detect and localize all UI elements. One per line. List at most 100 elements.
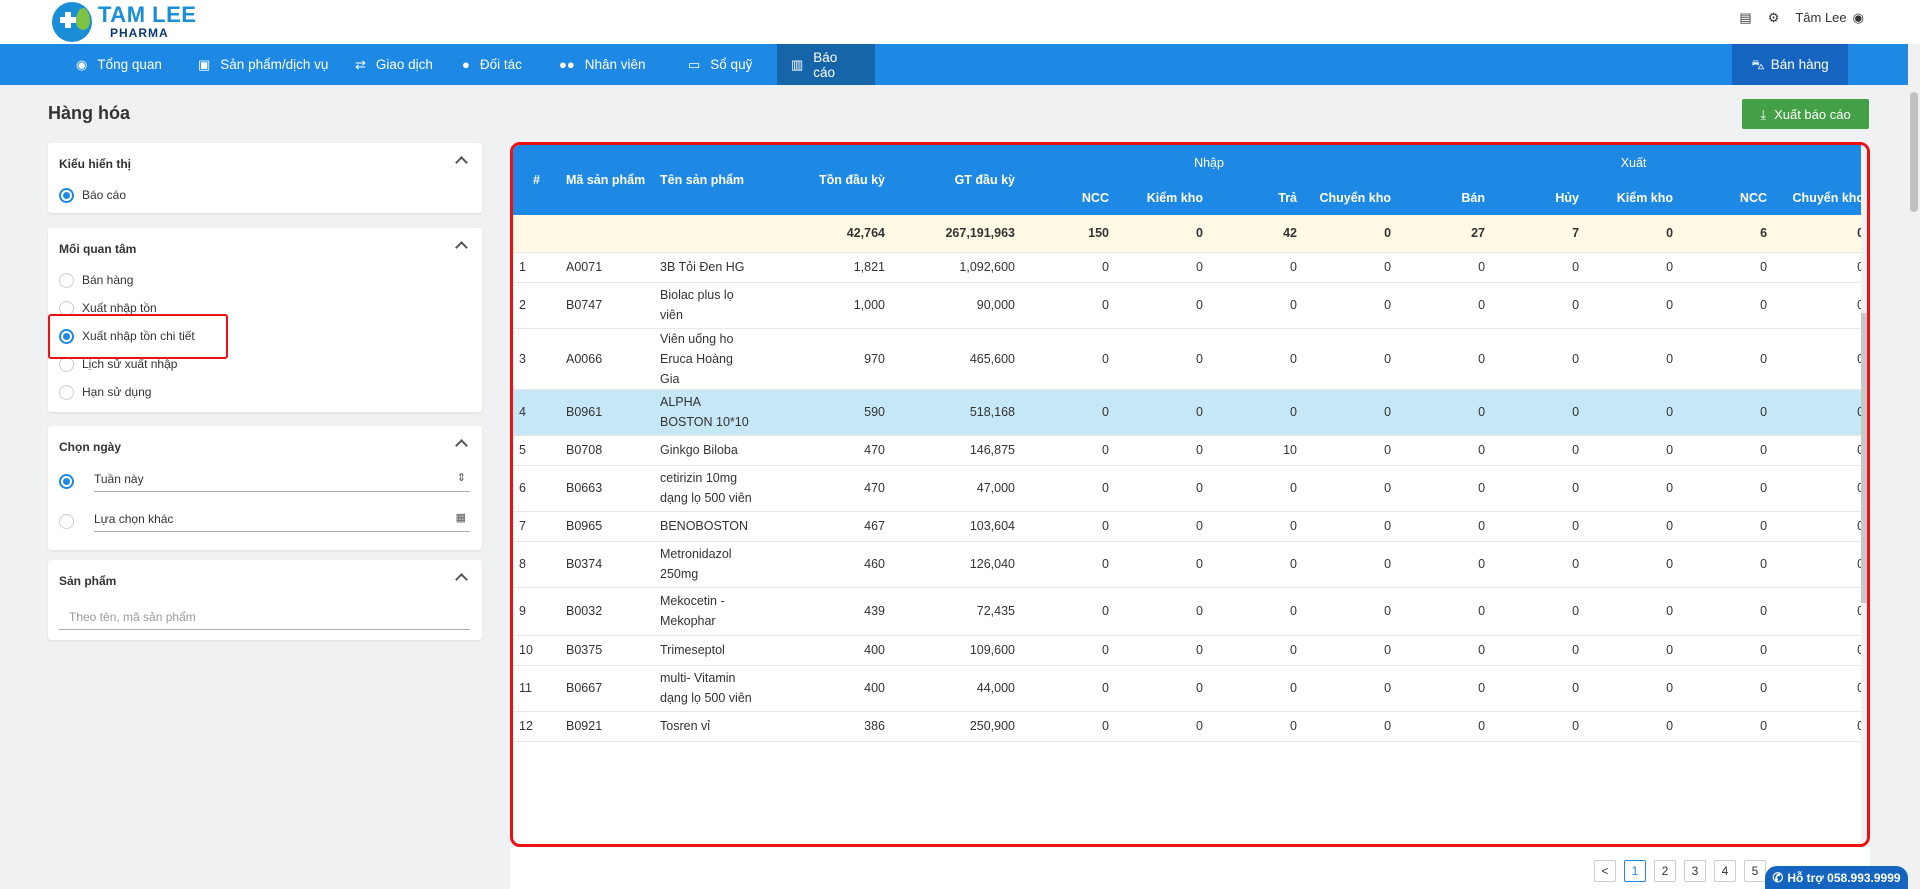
- table-cell: 0: [1115, 541, 1209, 588]
- product-search-input[interactable]: [59, 604, 470, 630]
- report-table-container: # Mã sản phẩm Tên sản phẩm Tồn đầu kỳ GT…: [510, 142, 1870, 847]
- nav-item-reports[interactable]: ▥ Báo cáo: [777, 44, 875, 85]
- main-nav: ◉ Tổng quan ▣ Sản phẩm/dịch vụ ⇄ Giao dịch …: [0, 44, 1920, 85]
- table-cell: 0: [1303, 252, 1398, 283]
- col-export-cancel[interactable]: Hủy: [1491, 180, 1586, 215]
- support-button[interactable]: ✆ Hỗ trợ 058.993.9999: [1765, 866, 1908, 889]
- radio-expiry[interactable]: Hạn sử dụng: [59, 383, 151, 401]
- table-row[interactable]: 2 B0747 Biolac plus lọ viên 1,000 90,000 0 0 0 0…: [513, 282, 1867, 329]
- radio-sales[interactable]: Bán hàng: [59, 271, 133, 289]
- table-row[interactable]: 12B0921Tosren vỉ386250,900000000000: [513, 711, 1867, 742]
- table-cell: 0: [1397, 252, 1492, 283]
- col-opening-stock[interactable]: Tồn đầu kỳ: [761, 145, 891, 215]
- table-cell: 0: [1303, 711, 1398, 742]
- table-row[interactable]: 9 B0032 Mekocetin - Mekophar 439 72,435 0 0 0 0 0…: [513, 587, 1867, 636]
- store-icon[interactable]: ▤: [1739, 11, 1751, 24]
- nav-item-cashbook[interactable]: ▭ Sổ quỹ: [674, 44, 766, 85]
- table-cell: 0: [1679, 587, 1774, 636]
- page-button-3[interactable]: 3: [1684, 860, 1706, 882]
- col-import-stocktake[interactable]: Kiểm kho: [1115, 180, 1209, 215]
- table-row[interactable]: 1 A0071 3B Tỏi Đen HG 1,821 1,092,600 0 0 0 0 0 0 0…: [513, 252, 1867, 283]
- week-select[interactable]: Tuần này ⇕: [94, 468, 470, 492]
- table-cell: 0: [1021, 635, 1115, 666]
- col-name[interactable]: Tên sản phẩm: [654, 145, 761, 215]
- col-import-return[interactable]: Trả: [1209, 180, 1303, 215]
- col-import-transfer[interactable]: Chuyển kho: [1303, 180, 1398, 215]
- nav-item-staff[interactable]: ●● Nhân viên: [545, 44, 660, 85]
- table-cell: 0: [1773, 435, 1867, 466]
- table-cell: 0: [1773, 665, 1867, 712]
- radio-label: Xuất nhập tồn: [82, 301, 157, 315]
- chevron-up-icon[interactable]: [456, 155, 466, 165]
- col-code[interactable]: Mã sản phẩm: [560, 145, 654, 215]
- date-range-field[interactable]: Lựa chọn khác ▦: [94, 508, 470, 532]
- sell-button[interactable]: ⛍ Bán hàng: [1732, 44, 1848, 85]
- table-cell: 267,191,963: [891, 215, 1021, 253]
- nav-item-overview[interactable]: ◉ Tổng quan: [62, 44, 176, 85]
- radio-this-week[interactable]: [59, 472, 82, 490]
- table-scroll-thumb[interactable]: [1861, 313, 1867, 603]
- table-cell: 0: [1209, 541, 1303, 588]
- chevron-up-icon[interactable]: [456, 240, 466, 250]
- radio-button[interactable]: [59, 473, 74, 489]
- page-button-5[interactable]: 5: [1744, 860, 1766, 882]
- table-row[interactable]: 3 A0066 Viên uống ho Eruca Hoàng Gia 970 465…: [513, 328, 1867, 390]
- col-index[interactable]: #: [513, 145, 560, 215]
- panel-title: Kiểu hiển thị: [59, 157, 131, 171]
- page-button-1[interactable]: 1: [1624, 860, 1646, 882]
- col-export-transfer[interactable]: Chuyển kho: [1773, 180, 1867, 215]
- table-row[interactable]: 7B0965BENOBOSTON467103,604000000000: [513, 511, 1867, 542]
- chevron-up-icon[interactable]: [456, 572, 466, 582]
- table-row[interactable]: 11 B0667 multi- Vitamin dạng lọ 500 viên 40…: [513, 665, 1867, 712]
- page-button-2[interactable]: 2: [1654, 860, 1676, 882]
- nav-item-transactions[interactable]: ⇄ Giao dịch: [341, 44, 447, 85]
- brand-subtitle: PHARMA: [110, 26, 169, 40]
- user-menu[interactable]: Tâm Lee ◉: [1795, 10, 1864, 25]
- table-cell: 470: [761, 435, 891, 466]
- table-cell: 0: [1585, 389, 1680, 436]
- table-cell: 0: [1021, 511, 1115, 542]
- table-cell: 0: [1397, 465, 1492, 512]
- radio-other-date[interactable]: [59, 512, 82, 530]
- table-cell: 27: [1397, 215, 1492, 253]
- date-range-value: Lựa chọn khác: [94, 512, 174, 526]
- radio-button[interactable]: [59, 384, 74, 400]
- table-cell: 0: [1209, 465, 1303, 512]
- col-export-stocktake[interactable]: Kiểm kho: [1585, 180, 1680, 215]
- col-import-ncc[interactable]: NCC: [1021, 180, 1115, 215]
- page-scrollbar[interactable]: [1908, 44, 1920, 889]
- col-export-ncc[interactable]: NCC: [1679, 180, 1774, 215]
- page-button-4[interactable]: 4: [1714, 860, 1736, 882]
- table-cell: 0: [1773, 389, 1867, 436]
- radio-button[interactable]: [59, 272, 74, 288]
- page-scroll-thumb[interactable]: [1910, 92, 1918, 212]
- gear-icon[interactable]: ⚙: [1768, 11, 1780, 24]
- table-cell: 0: [1303, 587, 1398, 636]
- table-row[interactable]: 10B0375Trimeseptol400109,600000000000: [513, 635, 1867, 666]
- table-cell: 0: [1115, 465, 1209, 512]
- summary-row[interactable]: 42,764267,191,9631500420277060: [513, 215, 1867, 253]
- table-cell: 0: [1491, 252, 1586, 283]
- table-cell: 0: [1115, 252, 1209, 283]
- brand-logo[interactable]: TAM LEE PHARMA: [52, 0, 196, 44]
- table-scrollbar[interactable]: [1861, 145, 1867, 844]
- table-row[interactable]: 5B0708Ginkgo Biloba470146,8750010000000: [513, 435, 1867, 466]
- table-row[interactable]: 6 B0663 cetirizin 10mg dạng lọ 500 viên 470…: [513, 465, 1867, 512]
- nav-item-products[interactable]: ▣ Sản phẩm/dịch vụ: [184, 44, 342, 85]
- table-cell: B0921: [560, 711, 654, 742]
- table-cell: 0: [1209, 282, 1303, 329]
- radio-report[interactable]: Báo cáo: [59, 186, 126, 204]
- col-group-import: Nhập: [1021, 145, 1398, 180]
- nav-item-partners[interactable]: ● Đối tác: [448, 44, 536, 85]
- table-cell: B0375: [560, 635, 654, 666]
- chevron-up-icon[interactable]: [456, 438, 466, 448]
- col-export-sale[interactable]: Bán: [1397, 180, 1492, 215]
- export-report-button[interactable]: ⤓ Xuất báo cáo: [1742, 99, 1869, 129]
- eye-icon: ◉: [76, 57, 88, 72]
- table-row[interactable]: 4 B0961 ALPHA BOSTON 10*10 590 518,168 0 0 0 0 0 0…: [513, 389, 1867, 436]
- radio-button[interactable]: [59, 187, 74, 203]
- table-row[interactable]: 8 B0374 Metronidazol 250mg 460 126,040 0 0 0 0 0 0…: [513, 541, 1867, 588]
- radio-button[interactable]: [59, 513, 74, 529]
- col-opening-value[interactable]: GT đầu kỳ: [891, 145, 1021, 215]
- prev-page-button[interactable]: <: [1594, 860, 1616, 882]
